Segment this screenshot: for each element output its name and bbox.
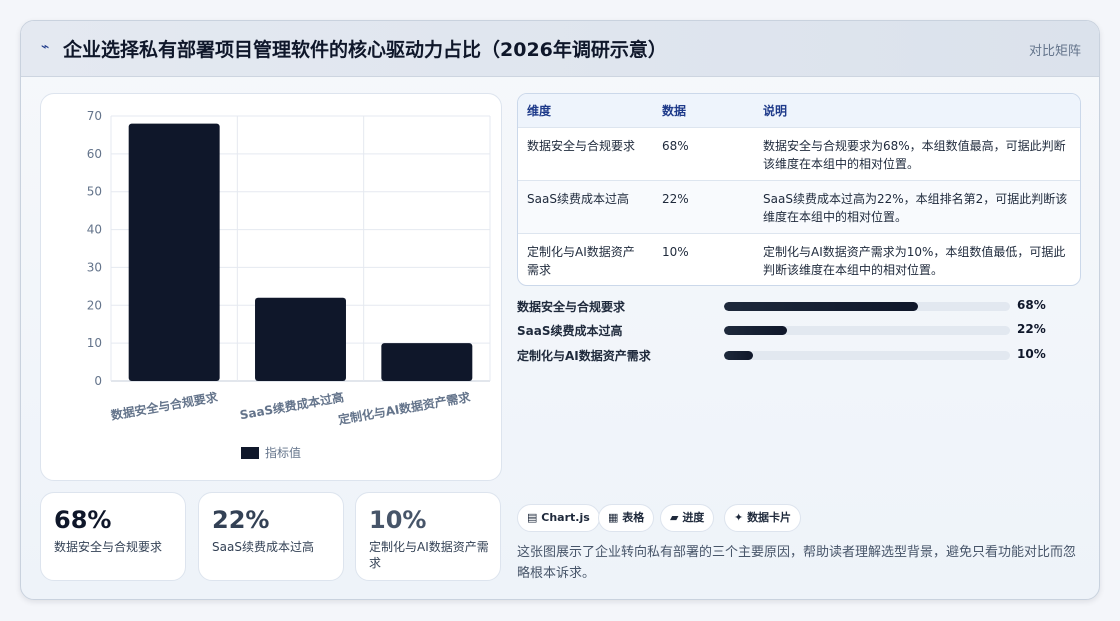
progress-label: SaaS续费成本过高 — [517, 324, 623, 338]
progress-value: 68% — [1017, 298, 1046, 312]
y-tick-label: 20 — [87, 298, 102, 312]
table-cell-value: 68% — [662, 138, 689, 153]
stat-value: 68% — [54, 506, 112, 534]
table-cell-dimension: SaaS续费成本过高 — [527, 191, 629, 206]
bar — [128, 123, 220, 382]
bar-chart-panel: 0 10 20 30 40 50 60 70 数据安全与合规要求 SaaS续费成本过高 定制化与AI… — [40, 93, 502, 481]
y-tick-label: 0 — [94, 374, 102, 388]
table-cell-dimension: 定制化与AI数据资产需求 — [527, 244, 635, 277]
legend-swatch — [241, 447, 259, 459]
page-title: 企业选择私有部署项目管理软件的核心驱动力占比（2026年调研示意） — [63, 39, 667, 61]
x-tick-label: SaaS续费成本过高 — [239, 389, 345, 422]
y-tick-label: 40 — [87, 223, 102, 237]
y-tick-label: 70 — [87, 109, 102, 123]
progress-fill — [724, 302, 919, 311]
stat-label: 定制化与AI数据资产需求 — [369, 540, 489, 570]
stat-card-1: 68% 数据安全与合规要求 — [40, 492, 186, 581]
chart-icon: ▤ — [527, 511, 538, 524]
stat-label: SaaS续费成本过高 — [212, 540, 314, 554]
progress-track — [724, 351, 1010, 360]
pulse-icon: ⌁ — [41, 39, 50, 55]
chip-label: 数据卡片 — [747, 511, 792, 524]
bar — [381, 343, 473, 381]
y-tick-label: 50 — [87, 185, 102, 199]
sparkle-icon: ✦ — [734, 511, 744, 524]
table-header-row: 维度 数据 说明 — [518, 94, 1080, 127]
bar-chart: 0 10 20 30 40 50 60 70 数据安全与合规要求 SaaS续费成本过高定制化与AI… — [87, 109, 491, 460]
progress-track — [724, 302, 1010, 311]
x-tick-label: 定制化与AI数据资产需求 — [337, 389, 472, 427]
legend-label: 指标值 — [265, 445, 301, 460]
y-tick-label: 30 — [87, 260, 102, 274]
table-row: 定制化与AI数据资产需求 10% 定制化与AI数据资产需求为10%，本组数值最低… — [518, 233, 1080, 285]
chip-label: 进度 — [682, 511, 705, 524]
table-cell-value: 10% — [662, 244, 689, 259]
stat-value: 10% — [369, 506, 427, 534]
column-header: 数据 — [662, 103, 687, 118]
y-tick-label: 10 — [87, 336, 102, 350]
column-header: 维度 — [527, 103, 552, 118]
progress-row: 数据安全与合规要求 68% — [517, 298, 1081, 314]
bar — [255, 297, 346, 381]
stat-card-3: 10% 定制化与AI数据资产需求 — [355, 492, 501, 581]
view-tag: 对比矩阵 — [1028, 44, 1081, 59]
table-cell-value: 22% — [662, 191, 689, 206]
progress-label: 数据安全与合规要求 — [517, 300, 626, 314]
summary-text: 这张图展示了企业转向私有部署的三个主要原因，帮助读者理解选型背景，避免只看功能对… — [517, 545, 1077, 581]
progress-value: 10% — [1017, 347, 1046, 361]
progress-fill — [724, 351, 753, 360]
stat-value: 22% — [212, 506, 270, 534]
column-header: 说明 — [763, 103, 788, 118]
y-tick-label: 60 — [87, 147, 102, 161]
table-row: SaaS续费成本过高 22% SaaS续费成本过高为22%，本组排名第2，可据此… — [518, 180, 1080, 233]
data-table: 维度 数据 说明 数据安全与合规要求 68% 数据安全与合规要求为68%，本组数… — [517, 93, 1081, 286]
chip-progress[interactable]: ▰ 进度 — [660, 504, 715, 532]
chip-data-card[interactable]: ✦ 数据卡片 — [724, 504, 802, 532]
chip-table[interactable]: ▦ 表格 — [598, 504, 655, 532]
progress-icon: ▰ — [670, 511, 679, 524]
progress-fill — [724, 326, 787, 335]
table-cell-dimension: 数据安全与合规要求 — [527, 138, 636, 153]
table-cell-note: 定制化与AI数据资产需求为10%，本组数值最低，可据此判断该维度在本组中的相对位… — [763, 244, 1066, 277]
dashboard-card: ⌁ 企业选择私有部署项目管理软件的核心驱动力占比（2026年调研示意） 对比矩阵… — [20, 20, 1100, 600]
header-bar: ⌁ 企业选择私有部署项目管理软件的核心驱动力占比（2026年调研示意） 对比矩阵 — [21, 21, 1099, 77]
chip-chartjs[interactable]: ▤ Chart.js — [517, 504, 600, 532]
progress-row: SaaS续费成本过高 22% — [517, 322, 1081, 338]
table-icon: ▦ — [608, 511, 619, 524]
table-cell-note: SaaS续费成本过高为22%，本组排名第2，可据此判断该维度在本组中的相对位置。 — [763, 191, 1068, 224]
chip-label: 表格 — [622, 511, 645, 524]
progress-row: 定制化与AI数据资产需求 10% — [517, 347, 1081, 363]
chip-label: Chart.js — [541, 511, 590, 524]
table-row: 数据安全与合规要求 68% 数据安全与合规要求为68%，本组数值最高，可据此判断… — [518, 127, 1080, 180]
table-cell-note: 数据安全与合规要求为68%，本组数值最高，可据此判断该维度在本组中的相对位置。 — [763, 138, 1066, 171]
progress-label: 定制化与AI数据资产需求 — [517, 349, 651, 363]
stat-label: 数据安全与合规要求 — [54, 540, 163, 554]
stat-card-2: 22% SaaS续费成本过高 — [198, 492, 344, 581]
x-tick-label: 数据安全与合规要求 — [110, 389, 220, 423]
progress-track — [724, 326, 1010, 335]
progress-value: 22% — [1017, 322, 1046, 336]
